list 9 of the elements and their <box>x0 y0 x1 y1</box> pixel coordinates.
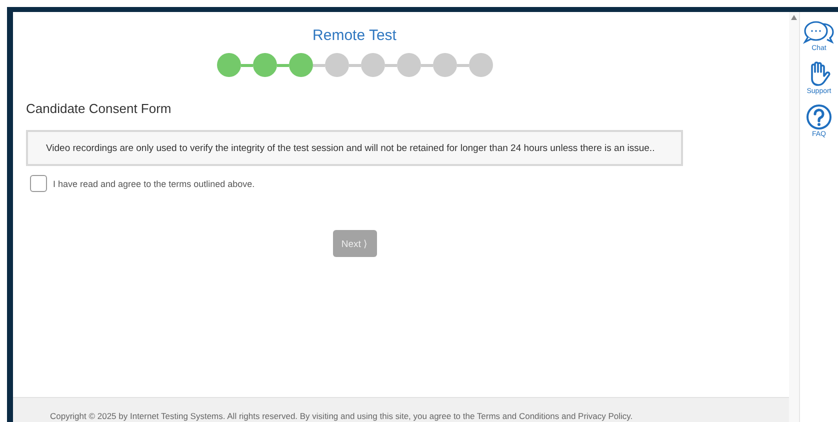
chat-bubbles-icon <box>803 20 835 44</box>
consent-notice: Video recordings are only used to verify the integrity of the test session and will not be retained for longer than 24 hours unless there is an issue.. <box>26 130 683 166</box>
agree-label: I have read and agree to the terms outlined above. <box>53 178 255 188</box>
agree-checkbox[interactable] <box>30 175 47 192</box>
help-icon <box>806 104 832 130</box>
form-heading: Candidate Consent Form <box>26 101 172 117</box>
scroll-up-icon[interactable] <box>791 15 797 20</box>
page-title: Remote Test <box>312 27 398 45</box>
copyright-text: Copyright © 2025 by Internet Testing Systems. All rights reserved. By visiting and using this site, you agree to the Terms and Conditions and Privacy Policy. <box>50 411 634 421</box>
